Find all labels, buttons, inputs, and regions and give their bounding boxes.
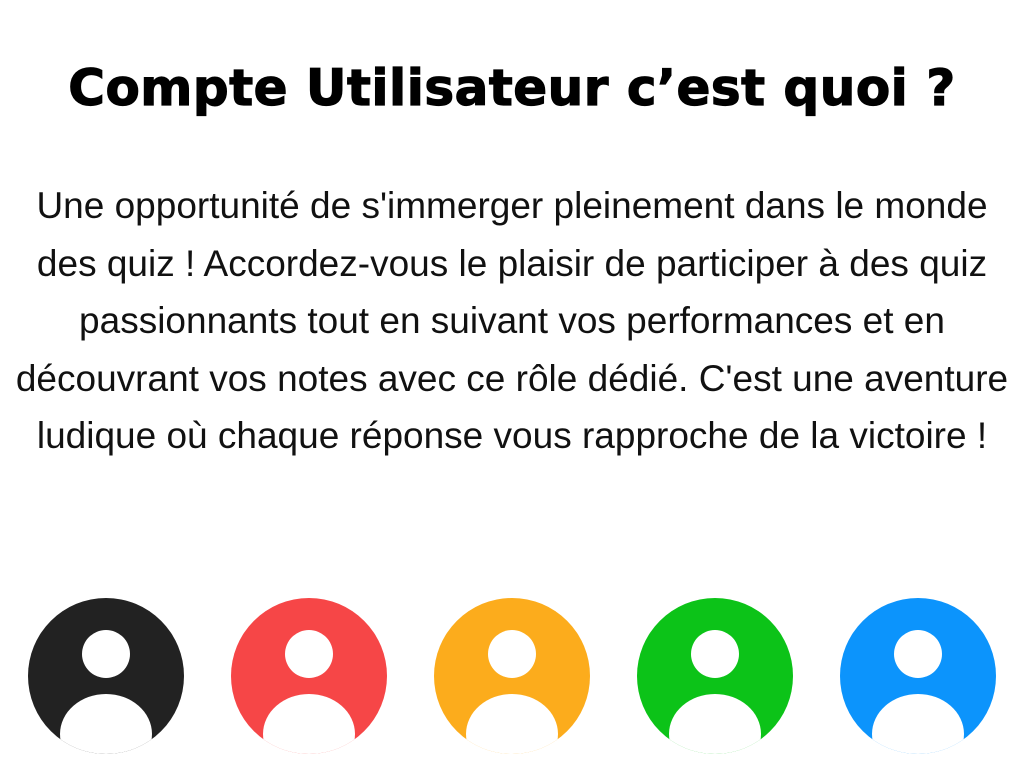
user-avatar-icon <box>28 598 184 754</box>
user-avatar-icon <box>637 598 793 754</box>
page-title: Compte Utilisateur c’est quoi ? <box>68 58 956 117</box>
user-avatar-icon <box>231 598 387 754</box>
avatar-row <box>28 598 996 758</box>
description-text: Une opportunité de s'immerger pleinement… <box>15 185 1009 456</box>
avatar-orange <box>434 598 590 754</box>
avatar-black <box>28 598 184 754</box>
user-avatar-icon <box>434 598 590 754</box>
avatar-blue <box>840 598 996 754</box>
avatar-red <box>231 598 387 754</box>
avatar-green <box>637 598 793 754</box>
user-avatar-icon <box>840 598 996 754</box>
